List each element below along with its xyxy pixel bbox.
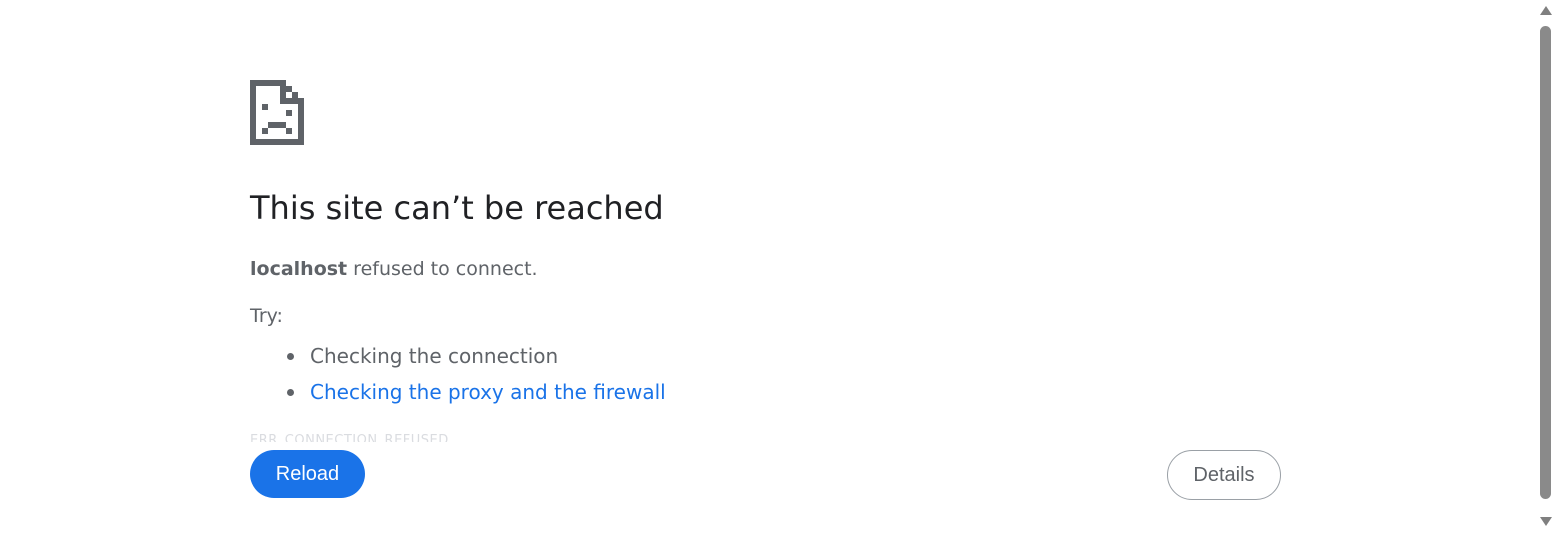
suggestion-check-connection: Checking the connection	[310, 344, 559, 368]
suggestion-item: Checking the connection	[287, 338, 666, 374]
error-message: refused to connect.	[347, 258, 538, 280]
vertical-scrollbar[interactable]	[1537, 0, 1554, 533]
error-page: This site can’t be reached localhost ref…	[0, 0, 1554, 533]
suggestions-list: Checking the connection Checking the pro…	[250, 338, 666, 410]
suggestion-item[interactable]: Checking the proxy and the firewall	[287, 374, 666, 410]
scroll-up-arrow-icon[interactable]	[1540, 6, 1552, 15]
try-label: Try:	[250, 305, 283, 327]
suggestion-check-proxy-firewall-link[interactable]: Checking the proxy and the firewall	[310, 380, 666, 404]
sad-document-icon	[250, 80, 304, 145]
error-host: localhost	[250, 258, 348, 280]
scroll-down-arrow-icon[interactable]	[1540, 517, 1552, 526]
reload-button[interactable]: Reload	[250, 450, 365, 498]
error-code: ERR_CONNECTION_REFUSED	[250, 433, 449, 442]
scrollbar-thumb[interactable]	[1540, 26, 1551, 499]
page-title: This site can’t be reached	[250, 189, 664, 227]
error-summary: localhost refused to connect.	[250, 256, 538, 282]
details-button[interactable]: Details	[1167, 450, 1281, 500]
